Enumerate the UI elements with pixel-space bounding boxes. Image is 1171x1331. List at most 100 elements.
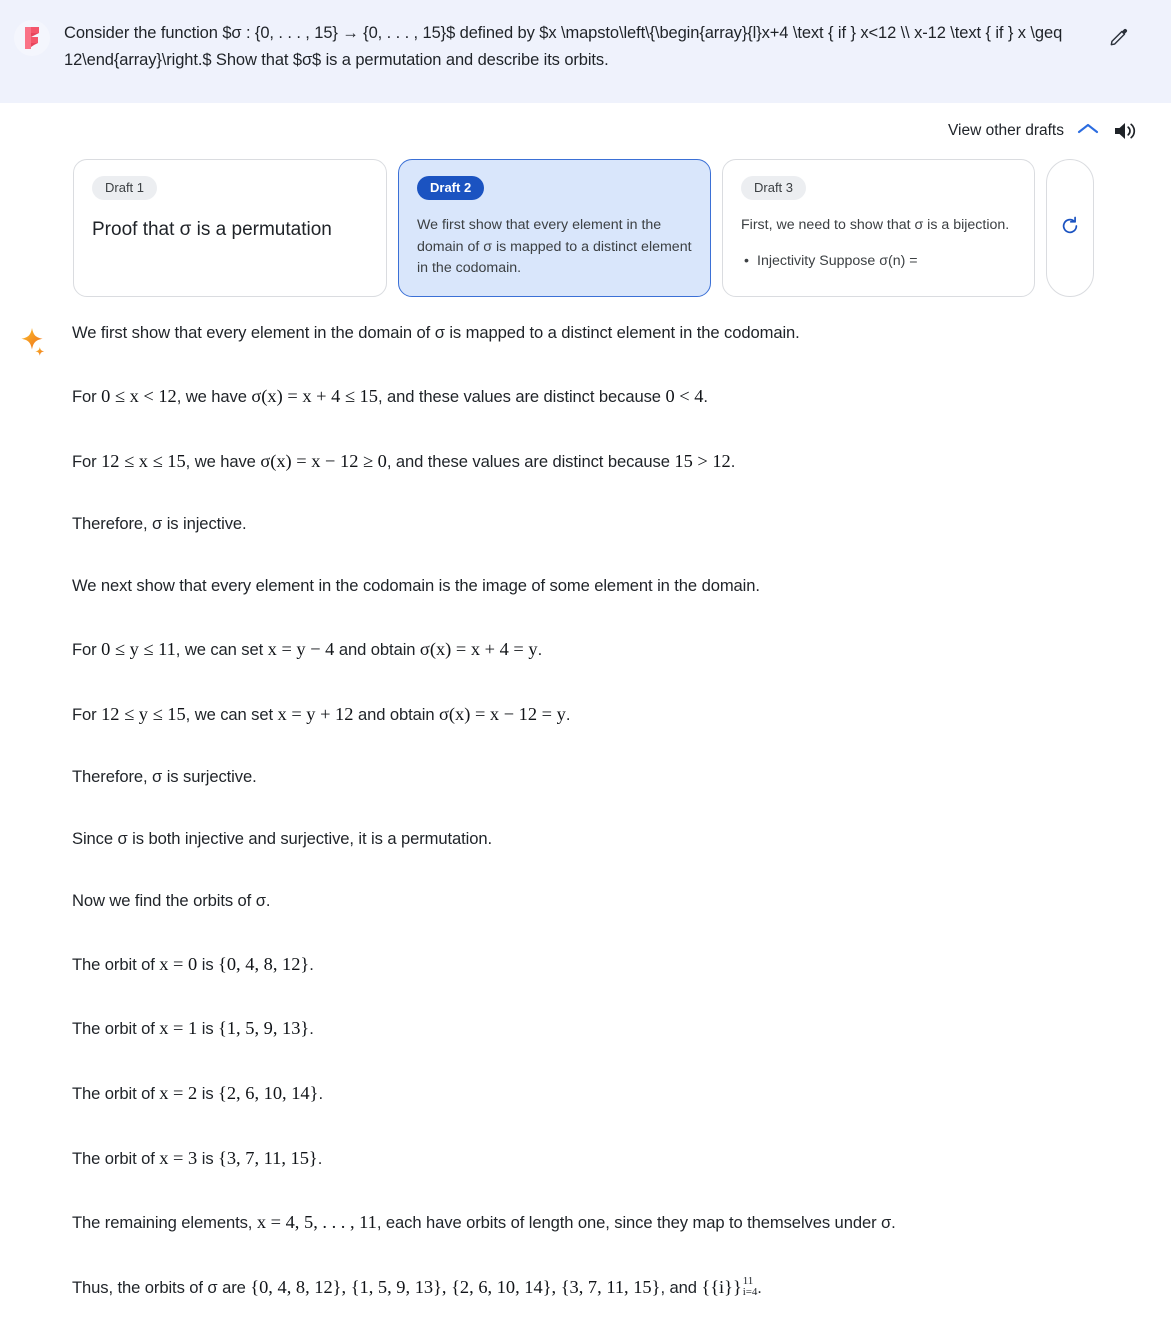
text-run: . xyxy=(317,1148,323,1168)
draft-cards-row: Draft 1 Proof that σ is a permutation Dr… xyxy=(24,159,1147,297)
math-inline: 12 ≤ x ≤ 15 xyxy=(101,450,186,471)
text-run: . xyxy=(703,386,708,406)
view-other-drafts-button[interactable]: View other drafts xyxy=(948,122,1099,141)
prompt-text: Consider the function $σ : {0, . . . , 1… xyxy=(64,24,1063,69)
math-inline: x = y + 12 xyxy=(277,703,354,724)
math-inline: σ(x) = x + 4 = y xyxy=(419,638,538,659)
response-paragraph: For 0 ≤ x < 12, we have σ(x) = x + 4 ≤ 1… xyxy=(72,383,1147,411)
text-run: , each have orbits of length one, since … xyxy=(376,1213,896,1233)
text-run: . xyxy=(309,1019,314,1039)
text-run: and obtain xyxy=(353,704,439,724)
math-inline: {{i}} xyxy=(701,1276,742,1297)
math-inline: σ(x) = x − 12 = y xyxy=(438,703,566,724)
text-run: and obtain xyxy=(334,639,420,659)
refresh-icon xyxy=(1060,216,1080,241)
speaker-volume-icon[interactable] xyxy=(1113,120,1139,142)
text-run: The orbit of xyxy=(72,1084,160,1103)
draft-body: Proof that σ is a permutation xyxy=(92,219,332,240)
text-run: , we have xyxy=(185,451,261,471)
text-run: , we have xyxy=(176,386,252,406)
avatar xyxy=(14,20,50,56)
pencil-icon[interactable] xyxy=(1106,24,1132,50)
response-paragraph: Thus, the orbits of σ are {0, 4, 8, 12},… xyxy=(72,1274,1147,1302)
text-run: For xyxy=(72,386,102,406)
math-subscript: i=4 xyxy=(742,1286,758,1299)
text-run: . xyxy=(318,1084,323,1103)
orbit-line: The orbit of x = 2 is {2, 6, 10, 14}. xyxy=(72,1080,1147,1108)
math-inline: σ(x) = x + 4 ≤ 15 xyxy=(251,385,378,406)
text-run: , and xyxy=(660,1277,702,1297)
response-paragraph: Since σ is both injective and surjective… xyxy=(72,829,493,848)
response-paragraph: Therefore, σ is injective. xyxy=(72,514,247,534)
response-paragraph: Therefore, σ is surjective. xyxy=(72,767,257,787)
draft-card-3[interactable]: Draft 3 First, we need to show that σ is… xyxy=(722,159,1035,297)
math-subsup: 11 i=4 xyxy=(742,1275,758,1299)
orbit-line: The orbit of x = 3 is {3, 7, 11, 15}. xyxy=(72,1145,1147,1173)
response-paragraph: For 12 ≤ x ≤ 15, we have σ(x) = x − 12 ≥… xyxy=(72,448,1147,476)
text-run: For xyxy=(72,639,102,659)
orbit-line: The orbit of x = 0 is {0, 4, 8, 12}. xyxy=(72,951,1147,979)
draft-body: We first show that every element in the … xyxy=(417,217,692,277)
sparkle-icon xyxy=(18,327,54,1301)
text-run: , we can set xyxy=(175,639,268,659)
orbit-line: The orbit of x = 1 is {1, 5, 9, 13}. xyxy=(72,1015,1147,1043)
response-paragraph: Now we find the orbits of σ. xyxy=(72,890,271,910)
math-inline: {1, 5, 9, 13} xyxy=(218,1018,310,1039)
text-run: . xyxy=(537,639,543,659)
text-run: The orbit of xyxy=(72,954,160,974)
text-run: . xyxy=(757,1277,762,1297)
text-run: For xyxy=(72,704,102,724)
text-run: is xyxy=(197,1084,219,1103)
response-paragraph: We next show that every element in the c… xyxy=(72,576,760,595)
math-inline: {0, 4, 8, 12} xyxy=(218,953,310,974)
math-inline: x = y − 4 xyxy=(267,638,335,659)
draft-body-clipped: Injectivity Suppose σ(n) = xyxy=(741,251,1016,273)
math-inline: {3, 7, 11, 15} xyxy=(218,1147,318,1168)
math-inline: x = 2 xyxy=(159,1083,198,1103)
response-paragraph: For 0 ≤ y ≤ 11, we can set x = y − 4 and… xyxy=(72,636,1147,664)
drafts-section: View other drafts Draft 1 Proof that σ i… xyxy=(0,103,1171,297)
text-run: . xyxy=(565,704,571,724)
text-run: . xyxy=(730,451,736,471)
draft-card-1[interactable]: Draft 1 Proof that σ is a permutation xyxy=(73,159,387,297)
response-paragraph: We first show that every element in the … xyxy=(72,323,800,342)
math-inline: x = 1 xyxy=(159,1018,198,1039)
text-run: For xyxy=(72,451,102,471)
math-inline: 15 > 12 xyxy=(674,450,731,471)
draft-badge: Draft 3 xyxy=(741,176,807,200)
math-inline: 0 ≤ x < 12 xyxy=(101,385,177,406)
draft-badge: Draft 1 xyxy=(92,176,158,200)
math-inline: x = 4, 5, . . . , 11 xyxy=(256,1212,377,1233)
math-inline: 0 ≤ y ≤ 11 xyxy=(101,638,176,659)
text-run: is xyxy=(197,1019,219,1039)
text-run: The remaining elements, xyxy=(72,1213,257,1233)
chevron-up-icon[interactable] xyxy=(1077,122,1099,141)
response-paragraph: The remaining elements, x = 4, 5, . . . … xyxy=(72,1209,1147,1237)
math-inline: 0 < 4 xyxy=(665,385,704,406)
regenerate-drafts-button[interactable] xyxy=(1046,159,1094,297)
math-inline: σ(x) = x − 12 ≥ 0 xyxy=(260,450,387,471)
text-run: , and these values are distinct because xyxy=(386,451,675,471)
prompt-header: Consider the function $σ : {0, . . . , 1… xyxy=(0,0,1171,103)
drafts-toolbar: View other drafts xyxy=(24,103,1147,159)
text-run: The orbit of xyxy=(72,1019,160,1039)
text-run: The orbit of xyxy=(72,1148,160,1168)
text-run: . xyxy=(309,954,314,974)
text-run: is xyxy=(197,954,219,974)
math-inline: x = 3 xyxy=(159,1147,198,1168)
text-run: , and these values are distinct because xyxy=(377,386,666,406)
draft-card-2[interactable]: Draft 2 We first show that every element… xyxy=(398,159,711,297)
draft-body: First, we need to show that σ is a bijec… xyxy=(741,217,1010,233)
text-run: , we can set xyxy=(185,704,278,724)
view-other-drafts-label: View other drafts xyxy=(947,122,1064,139)
math-inline: 12 ≤ y ≤ 15 xyxy=(101,703,186,724)
math-inline: {2, 6, 10, 14} xyxy=(218,1083,319,1103)
draft-badge: Draft 2 xyxy=(417,176,485,200)
text-run: Thus, the orbits of σ are xyxy=(72,1277,251,1297)
response-paragraph: For 12 ≤ y ≤ 15, we can set x = y + 12 a… xyxy=(72,701,1147,729)
response-section: We first show that every element in the … xyxy=(0,297,1171,1331)
response-text: We first show that every element in the … xyxy=(54,321,1147,1301)
math-inline: x = 0 xyxy=(159,953,198,974)
text-run: is xyxy=(197,1148,219,1168)
math-inline: {0, 4, 8, 12}, {1, 5, 9, 13}, {2, 6, 10,… xyxy=(250,1276,661,1297)
